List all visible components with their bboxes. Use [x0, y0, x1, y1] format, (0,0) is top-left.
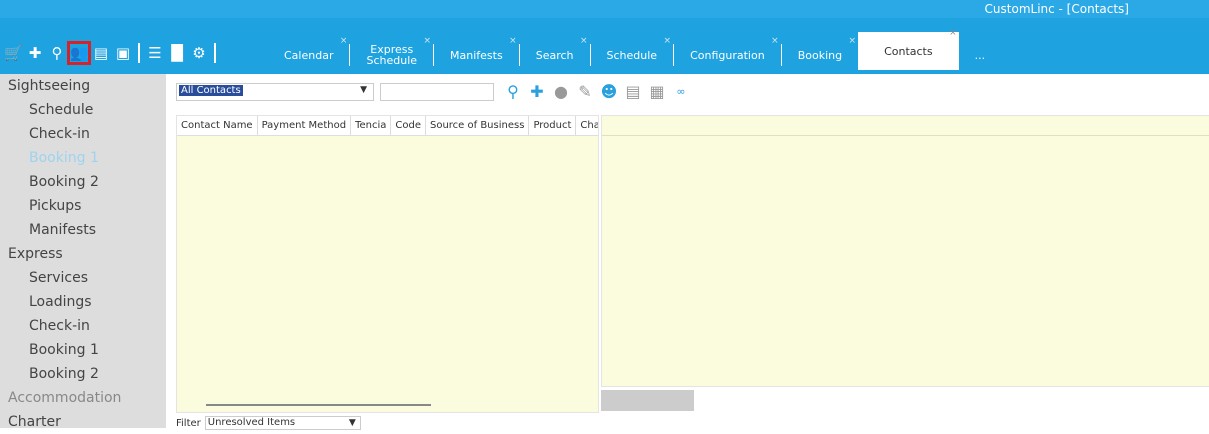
tab-contacts[interactable]: Contacts ×	[858, 28, 959, 70]
close-icon[interactable]: ×	[664, 36, 672, 47]
sidebar-item-booking-2[interactable]: Booking 2	[0, 170, 166, 194]
gear-icon[interactable]: ⚙	[190, 44, 208, 62]
edit-icon[interactable]: ✎	[576, 83, 594, 101]
sidebar-item-pickups[interactable]: Pickups	[0, 194, 166, 218]
title-bar: CustomLinc - [Contacts]	[0, 0, 1209, 18]
tab-search[interactable]: Search ×	[520, 36, 590, 70]
contacts-icon[interactable]: 👥	[67, 41, 91, 65]
notes-icon[interactable]: ▦	[648, 83, 666, 101]
close-icon[interactable]: ×	[423, 36, 431, 47]
contacts-filter-bar: All Contacts ▼ ⚲ ✚ ● ✎ ☻ ▤ ▦ ∞	[176, 82, 690, 102]
sidebar-item-check-in[interactable]: Check-in	[0, 122, 166, 146]
sidebar-item-express-check-in[interactable]: Check-in	[0, 314, 166, 338]
contacts-actions: ⚲ ✚ ● ✎ ☻ ▤ ▦ ∞	[504, 83, 690, 101]
chevron-down-icon[interactable]: ▼	[349, 417, 356, 429]
column-header[interactable]: Contact Name	[177, 116, 258, 135]
contacts-grid[interactable]: Contact Name Payment Method Tencia Code …	[176, 115, 599, 413]
sidebar-item-booking-1[interactable]: Booking 1	[0, 146, 166, 170]
grid-header: Contact Name Payment Method Tencia Code …	[177, 116, 598, 136]
details-button[interactable]	[601, 390, 694, 411]
users-icon[interactable]: ☻	[600, 83, 618, 101]
tab-more[interactable]: ...	[959, 40, 1002, 70]
sidebar-item-sightseeing[interactable]: Sightseeing	[0, 74, 166, 98]
tab-configuration[interactable]: Configuration ×	[674, 36, 781, 70]
add-icon[interactable]: ✚	[26, 44, 44, 62]
contacts-filter-select[interactable]: All Contacts ▼	[176, 83, 374, 101]
tab-booking[interactable]: Booking ×	[782, 36, 858, 70]
close-icon[interactable]: ×	[340, 36, 348, 47]
column-header[interactable]: Payment Method	[258, 116, 352, 135]
tab-manifests[interactable]: Manifests ×	[434, 36, 519, 70]
column-header[interactable]: Tencia	[351, 116, 392, 135]
sidebar-item-manifests[interactable]: Manifests	[0, 218, 166, 242]
tab-express-schedule[interactable]: Express Schedule ×	[350, 36, 433, 70]
tab-strip: Calendar × Express Schedule × Manifests × S…	[268, 28, 1002, 70]
close-icon[interactable]: ×	[949, 28, 957, 39]
sidebar-item-schedule[interactable]: Schedule	[0, 98, 166, 122]
search-icon[interactable]: ⚲	[504, 83, 522, 101]
details-panel	[601, 115, 1209, 387]
add-icon[interactable]: ✚	[528, 83, 546, 101]
tab-calendar[interactable]: Calendar ×	[268, 36, 349, 70]
filter-label: Filter	[176, 417, 201, 429]
remove-icon[interactable]: ●	[552, 83, 570, 101]
toolbar-icons: 🛒 ✚ ⚲ 👥 ▤ ▣ ☰ █ ⚙	[4, 38, 218, 68]
details-header	[602, 116, 1209, 136]
search-icon[interactable]: ⚲	[48, 44, 66, 62]
chevron-down-icon[interactable]: ▼	[360, 85, 367, 95]
document-icon[interactable]: ▤	[624, 83, 642, 101]
sidebar-item-charter[interactable]: Charter	[0, 410, 166, 434]
list-icon[interactable]: ☰	[146, 44, 164, 62]
column-header[interactable]: Source of Business	[426, 116, 530, 135]
close-icon[interactable]: ×	[580, 36, 588, 47]
close-icon[interactable]: ×	[509, 36, 517, 47]
cart-icon[interactable]: 🛒	[4, 44, 23, 62]
chart-icon[interactable]: █	[168, 44, 186, 62]
column-header[interactable]: Product	[529, 116, 577, 135]
calendar-icon[interactable]: ▣	[114, 44, 132, 62]
sidebar: Sightseeing Schedule Check-in Booking 1 …	[0, 74, 166, 430]
tab-schedule[interactable]: Schedule ×	[591, 36, 674, 70]
contacts-search-input[interactable]	[380, 83, 494, 101]
sidebar-item-loadings[interactable]: Loadings	[0, 290, 166, 314]
toolbar-separator	[138, 43, 140, 63]
column-header[interactable]: Code	[391, 116, 426, 135]
horizontal-scrollbar[interactable]	[206, 404, 431, 406]
sidebar-item-accommodation[interactable]: Accommodation	[0, 386, 166, 410]
window-title: CustomLinc - [Contacts]	[984, 2, 1129, 16]
column-header[interactable]: Char	[576, 116, 598, 135]
sidebar-item-express[interactable]: Express	[0, 242, 166, 266]
sidebar-item-services[interactable]: Services	[0, 266, 166, 290]
toolbar-separator	[214, 43, 216, 63]
card-icon[interactable]: ▤	[92, 44, 110, 62]
close-icon[interactable]: ×	[771, 36, 779, 47]
sidebar-item-express-booking-2[interactable]: Booking 2	[0, 362, 166, 386]
sidebar-item-express-booking-1[interactable]: Booking 1	[0, 338, 166, 362]
close-icon[interactable]: ×	[849, 36, 857, 47]
binoculars-icon[interactable]: ∞	[672, 83, 690, 101]
